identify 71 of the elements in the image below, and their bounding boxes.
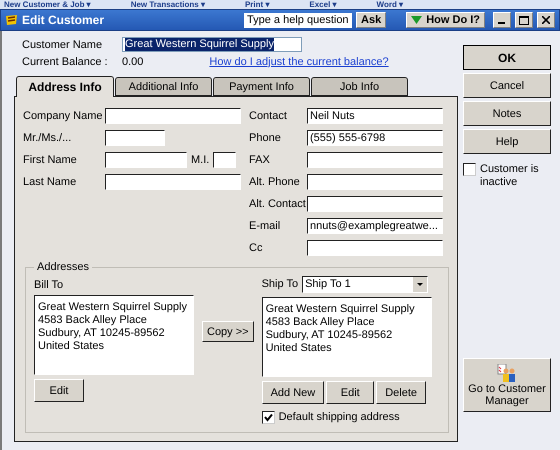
app-logo-icon — [5, 14, 18, 26]
field-label: FAX — [249, 154, 271, 166]
tab[interactable]: Additional Info — [115, 77, 212, 96]
window-title: Edit Customer — [22, 13, 106, 27]
input-field[interactable] — [105, 108, 241, 124]
field-label: Current Balance : — [22, 56, 109, 68]
edit-button[interactable]: Edit — [34, 379, 84, 402]
tab[interactable]: Payment Info — [213, 77, 310, 96]
toolbar-item[interactable]: Excel ▾ — [309, 0, 337, 9]
bill-to-address[interactable]: Great Western Squirrel Supply 4583 Back Alley Place Sudbury, AT 10245-89562 United States — [34, 295, 194, 375]
maximize-icon — [519, 16, 529, 24]
tab[interactable]: Address Info — [16, 76, 114, 97]
maximize-button[interactable] — [515, 12, 533, 28]
input-field[interactable] — [307, 240, 443, 256]
minimize-button[interactable] — [493, 12, 511, 28]
dialog-button[interactable]: Cancel — [463, 73, 551, 98]
toolbar-item[interactable]: New Transactions ▾ — [130, 0, 205, 9]
ship-to-address[interactable]: Great Western Squirrel Supply 4583 Back Alley Place Sudbury, AT 10245-89562 United States — [262, 297, 432, 377]
toolbar-item[interactable]: Word ▾ — [376, 0, 404, 9]
address-button[interactable]: Delete — [376, 381, 426, 404]
customer-manager-button[interactable]: Go to Customer Manager — [463, 358, 551, 412]
address-button[interactable]: Add New — [262, 381, 324, 404]
toolbar-item[interactable]: Print ▾ — [244, 0, 270, 9]
field-label: Contact — [249, 110, 288, 122]
ask-button[interactable]: Ask — [356, 12, 386, 28]
balance-value: 0.00 — [122, 56, 144, 68]
caret-icon — [413, 276, 428, 292]
close-icon — [542, 16, 550, 24]
close-button[interactable] — [537, 12, 555, 28]
field-label: Mr./Ms./... — [23, 132, 72, 144]
input-field[interactable] — [105, 130, 165, 146]
checkbox[interactable] — [262, 410, 275, 424]
field-label: Customer Name — [22, 38, 104, 50]
dialog-button[interactable]: OK — [463, 45, 551, 70]
field-label: Phone — [249, 132, 282, 144]
copy-button[interactable]: Copy >> — [202, 321, 254, 342]
input-field[interactable] — [213, 152, 236, 168]
input-field[interactable]: Neil Nuts — [307, 108, 443, 124]
dialog-button[interactable]: Help — [463, 129, 551, 154]
customer-name-field[interactable]: Great Western Squirrel Supply — [122, 37, 302, 52]
input-field[interactable] — [307, 152, 443, 168]
tab[interactable]: Job Info — [311, 77, 408, 96]
field-label: Cc — [249, 242, 264, 254]
dialog-button[interactable]: Notes — [463, 101, 551, 126]
checkbox-label: Default shipping address — [278, 411, 400, 423]
input-field[interactable]: (555) 555-6798 — [307, 130, 443, 146]
selected-text: Great Western Squirrel Supply — [125, 38, 274, 51]
field-label: Alt. Phone — [249, 176, 301, 188]
address-button[interactable]: Edit — [326, 381, 374, 404]
triangle-down-icon — [411, 16, 422, 24]
input-field[interactable] — [105, 174, 241, 190]
ship-to-dropdown[interactable]: Ship To 1 — [302, 276, 428, 292]
field-label: M.I. — [191, 154, 210, 166]
input-field[interactable] — [307, 174, 443, 190]
toolbar-item[interactable]: New Customer & Job ▾ — [4, 0, 91, 9]
field-label: Company Name — [23, 110, 101, 122]
checkbox[interactable] — [463, 163, 476, 176]
field-label: E-mail — [249, 220, 282, 232]
input-field[interactable]: nnuts@examplegreatwe... — [307, 218, 443, 234]
input-field[interactable] — [307, 196, 443, 212]
field-label: Bill To — [34, 279, 64, 291]
people-icon — [497, 364, 517, 382]
checkbox-label: Customer is inactive — [480, 163, 540, 189]
help-search-field[interactable]: Type a help question — [244, 12, 352, 28]
field-label: First Name — [23, 154, 78, 166]
field-label: Last Name — [23, 176, 78, 188]
input-field[interactable] — [105, 152, 187, 168]
field-label: Ship To — [262, 278, 298, 290]
group-title: Addresses — [36, 261, 90, 273]
help-link[interactable]: How do I adjust the current balance? — [209, 56, 389, 68]
how-do-i-button[interactable]: How Do I? — [406, 12, 485, 28]
